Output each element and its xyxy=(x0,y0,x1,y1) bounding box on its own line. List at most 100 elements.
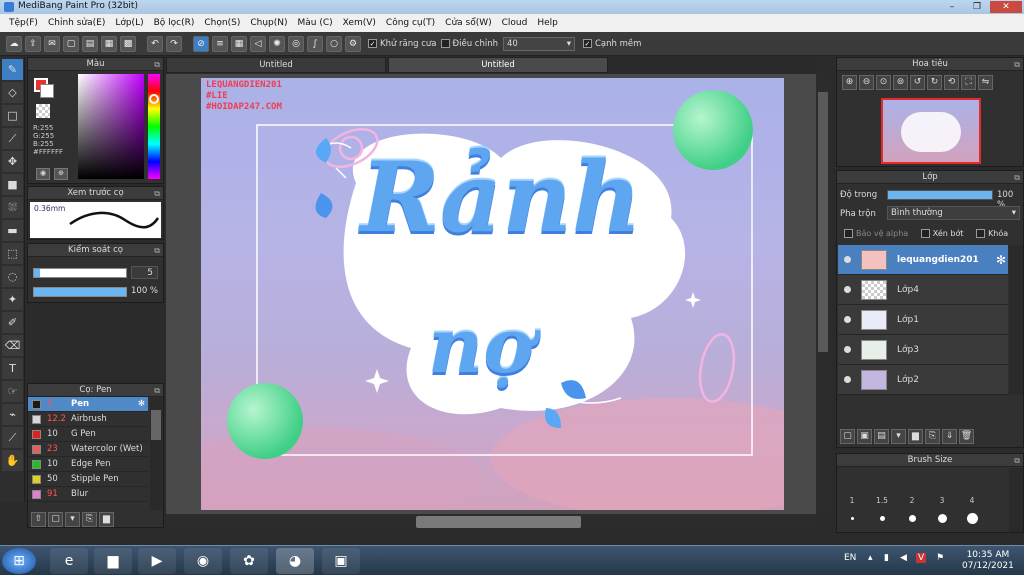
eraser-icon[interactable]: ◇ xyxy=(2,82,23,103)
brush-size-dot[interactable] xyxy=(837,517,867,520)
menu-select[interactable]: Chọn(S) xyxy=(199,18,245,28)
eye-icon[interactable] xyxy=(844,346,851,353)
brush-opacity-slider[interactable] xyxy=(33,287,127,297)
new-layer-icon[interactable]: ▢ xyxy=(840,429,855,444)
menu-edit[interactable]: Chỉnh sửa(E) xyxy=(43,18,110,28)
saturation-value-picker[interactable] xyxy=(78,74,144,179)
language-indicator[interactable]: EN xyxy=(844,553,856,563)
flag-icon[interactable]: ⚑ xyxy=(936,553,944,563)
brush-size-dot[interactable] xyxy=(957,513,987,524)
gear-icon[interactable]: ⚙ xyxy=(345,35,361,52)
maximize-button[interactable]: ❐ xyxy=(965,1,989,13)
menu-tools[interactable]: Công cụ(T) xyxy=(381,18,440,28)
vanishing-point-icon[interactable]: ◁ xyxy=(250,35,266,52)
brush-size-scrollbar[interactable] xyxy=(1009,468,1023,532)
clip-checkbox[interactable] xyxy=(920,229,930,238)
hue-slider[interactable] xyxy=(148,74,160,179)
eye-icon[interactable] xyxy=(844,256,851,263)
new-1bit-layer-icon[interactable]: ▤ xyxy=(874,429,889,444)
menu-layer[interactable]: Lớp(L) xyxy=(110,18,148,28)
canvas-horizontal-scrollbar[interactable] xyxy=(166,514,816,530)
blend-mode-select[interactable]: Bình thường ▾ xyxy=(887,206,1020,220)
eye-icon[interactable] xyxy=(844,376,851,383)
text-icon[interactable]: T xyxy=(2,358,23,379)
layer-opacity-slider[interactable] xyxy=(887,190,993,200)
antialias-checkbox[interactable]: ✓ xyxy=(368,39,377,48)
select-rect-icon[interactable]: ⬚ xyxy=(2,243,23,264)
menu-color[interactable]: Màu (C) xyxy=(293,18,338,28)
explorer-icon[interactable]: ▆ xyxy=(94,548,132,574)
cross-snap-icon[interactable]: ▦ xyxy=(231,35,247,52)
new-halftone-layer-icon[interactable]: ▣ xyxy=(857,429,872,444)
tab-untitled-2[interactable]: Untitled xyxy=(388,57,608,73)
menu-cloud[interactable]: Cloud xyxy=(497,18,533,28)
cloud-icon[interactable]: ☁ xyxy=(6,35,22,52)
gradient-icon[interactable]: ▬ xyxy=(2,220,23,241)
palette-icon[interactable]: ◉ xyxy=(36,168,50,180)
zoom-icon[interactable]: ▣ xyxy=(322,548,360,574)
copy-brush-icon[interactable]: ⎘ xyxy=(82,512,97,527)
minimize-button[interactable]: – xyxy=(940,1,964,13)
zoom-in-icon[interactable]: ⊕ xyxy=(842,75,857,90)
layer-item[interactable]: lequangdien201 ✻ xyxy=(838,245,1008,275)
move-icon[interactable]: ✥ xyxy=(2,151,23,172)
select-pen-icon[interactable]: ✐ xyxy=(2,312,23,333)
brush-list-scrollbar[interactable] xyxy=(150,398,162,510)
trash-icon[interactable]: 🗑 xyxy=(959,429,974,444)
brush-size-dot[interactable] xyxy=(927,514,957,523)
undo-icon[interactable]: ↶ xyxy=(147,35,163,52)
app-icon[interactable]: ✿ xyxy=(230,548,268,574)
bucket-icon[interactable]: ⛆ xyxy=(2,197,23,218)
tray-arrow-icon[interactable]: ▴ xyxy=(868,553,873,563)
zoom-reset-icon[interactable]: ⊚ xyxy=(893,75,908,90)
close-button[interactable]: ✕ xyxy=(990,1,1022,13)
vietkey-icon[interactable]: V xyxy=(916,553,927,563)
brush-item-watercolor[interactable]: 23 Watercolor (Wet) xyxy=(28,442,148,457)
lock-checkbox[interactable] xyxy=(976,229,986,238)
menu-help[interactable]: Help xyxy=(532,18,563,28)
layer-item[interactable]: Lớp2 xyxy=(838,365,1008,395)
brush-item-stipple-pen[interactable]: 50 Stipple Pen xyxy=(28,472,148,487)
brush-icon[interactable]: ✎ xyxy=(2,59,23,80)
merge-layer-icon[interactable]: ⇓ xyxy=(942,429,957,444)
soft-edge-checkbox[interactable]: ✓ xyxy=(582,39,592,48)
flip-icon[interactable]: ⇋ xyxy=(978,75,993,90)
medibang-icon[interactable]: ◕ xyxy=(276,548,314,574)
folder-icon[interactable]: ▆ xyxy=(99,512,114,527)
document-icon[interactable]: ▤ xyxy=(82,35,98,52)
ring-icon[interactable]: ○ xyxy=(326,35,342,52)
hand-icon[interactable]: ✋ xyxy=(2,450,23,471)
volume-icon[interactable]: ◀ xyxy=(900,553,907,563)
undock-icon[interactable]: ⧉ xyxy=(154,187,160,200)
operation-icon[interactable]: ☞ xyxy=(2,381,23,402)
brush-size-dot[interactable] xyxy=(867,516,897,521)
panel-icon[interactable]: ⟋ xyxy=(2,427,23,448)
undock-icon[interactable]: ⧉ xyxy=(1014,171,1020,184)
undock-icon[interactable]: ⧉ xyxy=(154,384,160,397)
layer-list-scrollbar[interactable] xyxy=(1009,245,1023,395)
menu-view[interactable]: Xem(V) xyxy=(338,18,381,28)
rotate-left-icon[interactable]: ↺ xyxy=(910,75,925,90)
brush-menu-icon[interactable]: ▾ xyxy=(65,512,80,527)
transparent-swatch[interactable] xyxy=(36,104,50,118)
media-player-icon[interactable]: ▶ xyxy=(138,548,176,574)
upload-icon[interactable]: ⇪ xyxy=(25,35,41,52)
menu-window[interactable]: Cửa sổ(W) xyxy=(440,18,496,28)
line-icon[interactable]: ⟋ xyxy=(2,128,23,149)
menu-snap[interactable]: Chụp(N) xyxy=(245,18,292,28)
zoom-out-icon[interactable]: ⊖ xyxy=(859,75,874,90)
eye-icon[interactable] xyxy=(844,286,851,293)
redo-icon[interactable]: ↷ xyxy=(166,35,182,52)
brush-item-airbrush[interactable]: 12.2 Airbrush xyxy=(28,412,148,427)
network-icon[interactable]: ▮ xyxy=(884,553,889,563)
undock-icon[interactable]: ⧉ xyxy=(1014,454,1020,467)
adjust-select[interactable]: 40 ▾ xyxy=(502,36,575,51)
navigator-thumbnail[interactable] xyxy=(881,98,981,164)
tab-untitled-1[interactable]: Untitled xyxy=(166,57,386,73)
lasso-icon[interactable]: ◌ xyxy=(2,266,23,287)
menu-file[interactable]: Tệp(F) xyxy=(4,18,43,28)
radial-snap-icon[interactable]: ✺ xyxy=(269,35,285,52)
chrome-icon[interactable]: ◉ xyxy=(184,548,222,574)
snap-off-icon[interactable]: ⊘ xyxy=(193,35,209,52)
grid-icon[interactable]: ▩ xyxy=(120,35,136,52)
